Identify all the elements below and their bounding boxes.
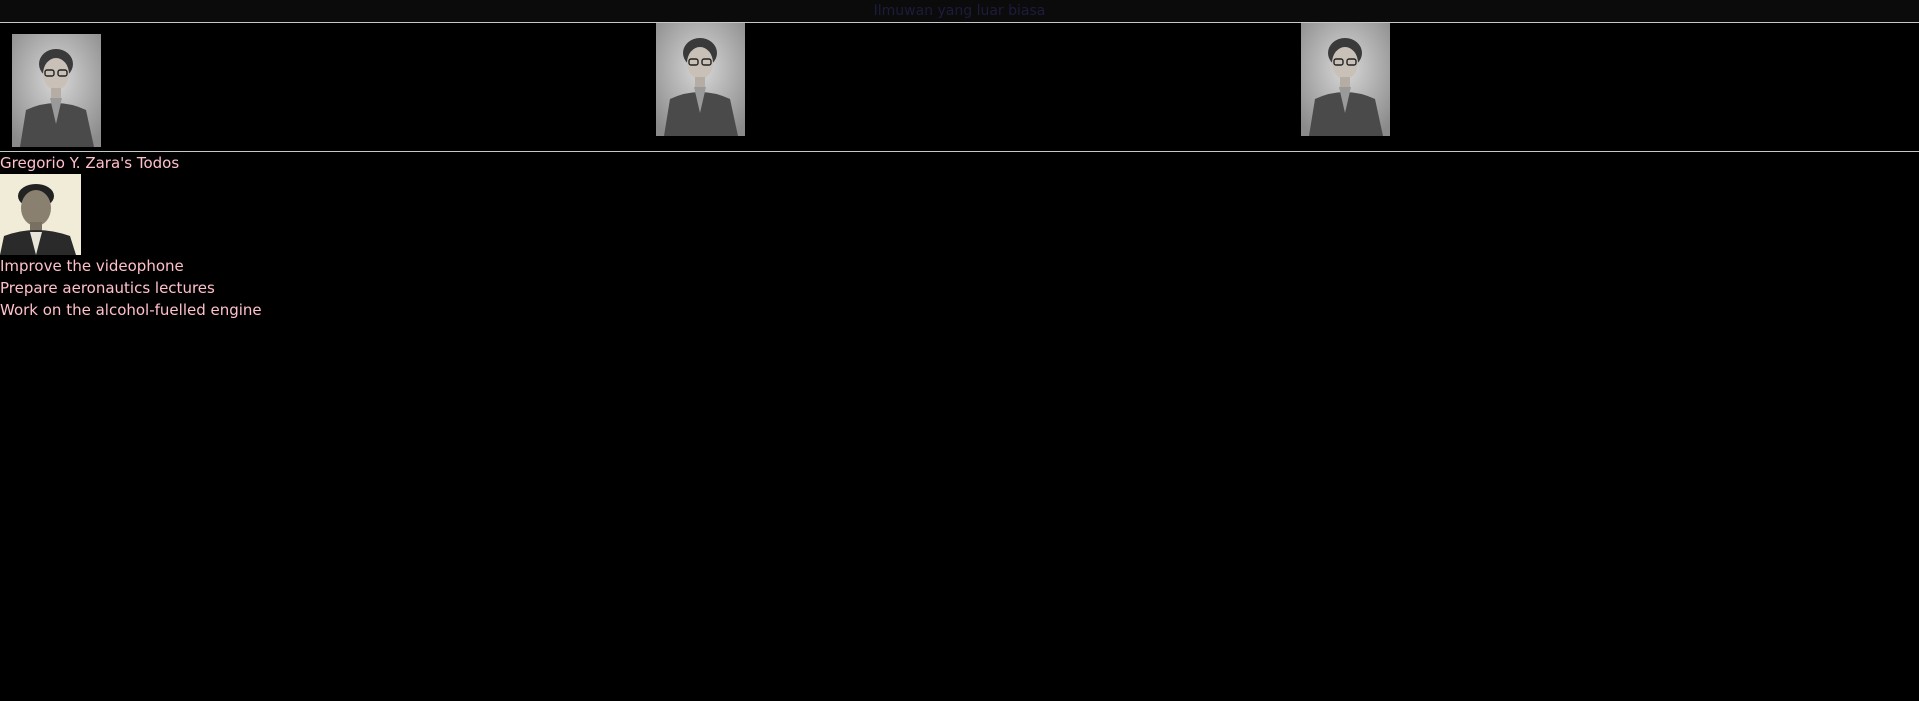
scientist-portrait-image bbox=[12, 34, 101, 147]
list-item: Work on the alcohol-fuelled engine bbox=[0, 301, 262, 319]
page-header: Ilmuwan yang luar biasa bbox=[0, 0, 1919, 23]
avatar bbox=[0, 174, 81, 255]
scientist-portrait-image bbox=[656, 23, 745, 136]
list-item: Prepare aeronautics lectures bbox=[0, 279, 215, 297]
list-item: Improve the videophone bbox=[0, 257, 184, 275]
portrait-gallery bbox=[0, 23, 1919, 152]
scientist-portrait-image bbox=[1301, 23, 1390, 136]
todos-heading: Gregorio Y. Zara's Todos bbox=[0, 154, 180, 172]
todo-list: Improve the videophone Prepare aeronauti… bbox=[0, 255, 1919, 321]
page-title: Ilmuwan yang luar biasa bbox=[873, 3, 1046, 19]
